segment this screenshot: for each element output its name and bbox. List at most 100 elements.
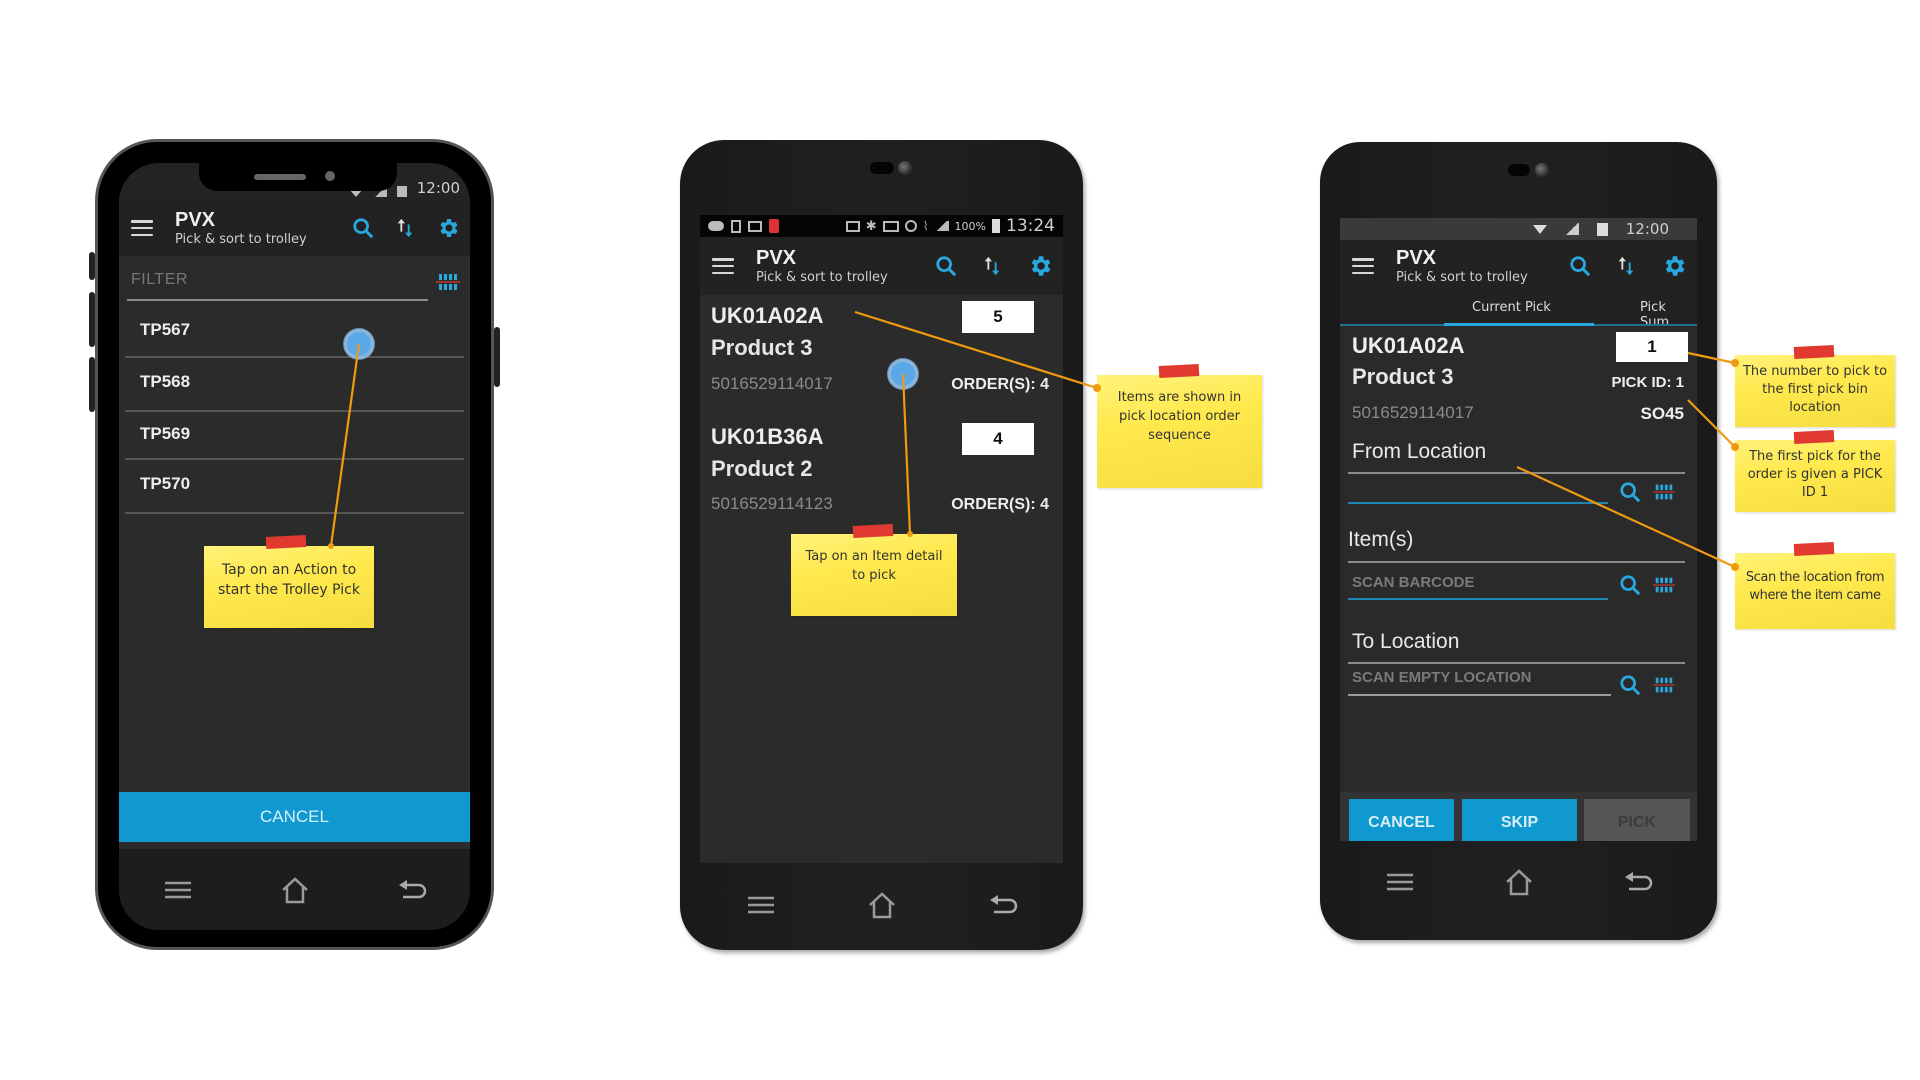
android-nav-bar [1340, 842, 1697, 922]
note-text: to pick [852, 567, 896, 583]
filter-placeholder: FILTER [131, 271, 188, 288]
section-divider [1348, 561, 1685, 563]
pick-order-number: SO45 [1640, 404, 1684, 423]
input-placeholder: SCAN BARCODE [1352, 574, 1475, 591]
menu-icon[interactable] [131, 220, 153, 236]
gallery-icon [748, 220, 762, 232]
barcode-scan-icon[interactable] [1653, 481, 1675, 503]
active-tab-indicator [1444, 323, 1594, 326]
android-nav-bar [119, 849, 470, 930]
trolley-list-item[interactable]: TP568 [125, 358, 464, 412]
scan-barcode-input[interactable]: SCAN BARCODE [1348, 568, 1608, 600]
barcode-scan-icon[interactable] [1653, 674, 1675, 696]
annotation-note-tap-item: Tap on an Item detail to pick [791, 534, 957, 616]
search-icon[interactable] [935, 255, 957, 277]
app-subtitle: Pick & sort to trolley [1396, 269, 1528, 285]
pick-quantity: 1 [1616, 332, 1688, 362]
sort-icon[interactable] [396, 217, 414, 239]
nav-back-icon[interactable] [394, 875, 430, 905]
gear-icon[interactable] [1661, 253, 1687, 279]
barcode-scan-icon[interactable] [1653, 574, 1675, 596]
note-tape [1793, 344, 1835, 360]
item-product: Product 3 [711, 335, 813, 360]
note-text: location [1789, 400, 1841, 416]
pick-item-row[interactable]: UK01B36A Product 2 5016529114123 4 ORDER… [700, 418, 1063, 536]
phone-volume-up-button [89, 292, 95, 347]
note-tape [1158, 363, 1200, 379]
menu-icon[interactable] [712, 258, 734, 274]
menu-icon[interactable] [1352, 258, 1374, 274]
speaker-grille [254, 174, 306, 180]
search-icon[interactable] [1619, 574, 1641, 596]
pick-button[interactable]: PICK [1584, 799, 1690, 841]
trolley-list-item[interactable]: TP569 [125, 412, 464, 460]
pick-id: PICK ID: 1 [1611, 374, 1684, 391]
phone-side-button [89, 252, 95, 280]
note-text: sequence [1148, 427, 1211, 443]
note-tape [852, 523, 894, 539]
nav-back-icon[interactable] [985, 890, 1021, 920]
note-text: where the item came [1749, 587, 1881, 603]
item-quantity: 4 [962, 423, 1034, 455]
gear-icon[interactable] [1027, 253, 1053, 279]
nav-home-icon[interactable] [277, 875, 313, 905]
items-label: Item(s) [1348, 528, 1414, 551]
phone-volume-down-button [89, 357, 95, 412]
note-tape [1793, 429, 1835, 445]
item-quantity: 5 [962, 301, 1034, 333]
note-text: Scan the location from [1745, 570, 1885, 585]
nav-home-icon[interactable] [864, 890, 900, 920]
message-icon [708, 221, 724, 231]
item-barcode: 5016529114123 [711, 494, 833, 513]
phone-notch [199, 163, 397, 191]
sort-icon[interactable] [983, 255, 1001, 277]
battery-percent: 100% [954, 219, 986, 233]
note-tape [1793, 541, 1835, 557]
trolley-id: TP570 [140, 474, 191, 493]
gear-icon[interactable] [436, 216, 460, 240]
nav-home-icon[interactable] [1501, 867, 1537, 897]
front-camera [1535, 163, 1549, 177]
item-order-count: ORDER(S): 4 [951, 496, 1049, 513]
skip-button[interactable]: SKIP [1462, 799, 1577, 841]
input-underline [1348, 598, 1608, 600]
sort-icon[interactable] [1617, 255, 1635, 277]
scan-empty-location-input[interactable]: SCAN EMPTY LOCATION [1348, 666, 1611, 696]
front-camera [898, 161, 912, 175]
nav-back-icon[interactable] [1620, 867, 1656, 897]
trolley-list-item[interactable]: TP567 [125, 306, 464, 358]
trolley-list-item[interactable]: TP570 [125, 460, 464, 514]
annotation-note-quantity: The number to pick to the first pick bin… [1735, 355, 1895, 427]
search-icon[interactable] [1619, 674, 1641, 696]
status-bar: 12:00 [1340, 218, 1697, 240]
filter-field[interactable]: FILTER [127, 263, 462, 303]
note-text: ID 1 [1801, 485, 1829, 501]
nav-menu-icon[interactable] [743, 890, 779, 920]
input-underline [1348, 694, 1611, 696]
trolley-id: TP569 [140, 424, 191, 443]
app-title: PVX [1396, 246, 1437, 269]
section-divider [1348, 662, 1685, 664]
note-text: the first pick bin [1762, 382, 1868, 398]
barcode-scan-icon[interactable] [436, 271, 460, 293]
nav-menu-icon[interactable] [1382, 867, 1418, 897]
nav-menu-icon[interactable] [160, 875, 196, 905]
item-barcode: 5016529114017 [711, 374, 833, 393]
cancel-button[interactable]: CANCEL [119, 792, 470, 842]
status-time: 13:24 [1006, 216, 1055, 236]
from-location-input[interactable] [1348, 476, 1608, 504]
note-text: Items are shown in [1117, 390, 1242, 405]
app-bar: PVX Pick & sort to trolley [1340, 240, 1697, 292]
note-tape [265, 534, 307, 550]
search-icon[interactable] [1569, 255, 1591, 277]
note-text: start the Trolley Pick [218, 582, 360, 599]
cancel-button[interactable]: CANCEL [1349, 799, 1454, 841]
note-text: order is given a PICK [1747, 467, 1883, 483]
item-product: Product 2 [711, 456, 813, 481]
app-bar: PVX Pick & sort to trolley [700, 237, 1063, 295]
tab-current-pick[interactable]: Current Pick [1472, 300, 1551, 315]
search-icon[interactable] [1619, 481, 1641, 503]
pick-item-row[interactable]: UK01A02A Product 3 5016529114017 5 ORDER… [700, 297, 1063, 415]
search-icon[interactable] [352, 217, 374, 239]
device-icon [731, 219, 741, 233]
